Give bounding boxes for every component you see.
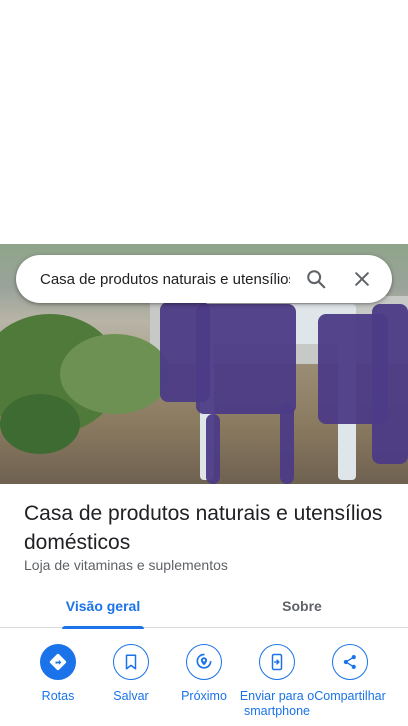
share-label: Compartilhar — [314, 689, 386, 703]
search-icon[interactable] — [296, 259, 336, 299]
tab-active-indicator — [62, 626, 144, 629]
send-to-phone-button[interactable]: Enviar para o smartphone — [239, 644, 315, 719]
directions-label: Rotas — [41, 689, 75, 703]
photo-chair-leg — [280, 404, 294, 484]
search-query[interactable]: Casa de produtos naturais e utensílios d… — [40, 271, 290, 288]
place-category[interactable]: Loja de vitaminas e suplementos — [24, 557, 228, 573]
tab-bar: Visão geral Sobre — [0, 584, 408, 629]
nearby-icon[interactable] — [186, 644, 222, 680]
directions-icon[interactable] — [40, 644, 76, 680]
tab-overview-label: Visão geral — [65, 598, 141, 614]
tab-about[interactable]: Sobre — [272, 584, 332, 628]
blank-map-area — [0, 0, 408, 244]
tab-overview[interactable]: Visão geral — [62, 584, 144, 629]
photo-chair-leg — [206, 414, 220, 484]
photo-chair — [372, 304, 408, 464]
action-bar: Rotas Salvar Próximo Enviar para o smart… — [0, 640, 408, 726]
send-to-phone-icon[interactable] — [259, 644, 295, 680]
photo-bush — [60, 334, 170, 414]
directions-button[interactable]: Rotas — [20, 644, 96, 704]
send-to-phone-label: Enviar para o smartphone — [239, 689, 315, 718]
search-bar[interactable]: Casa de produtos naturais e utensílios d… — [16, 255, 392, 303]
share-button[interactable]: Compartilhar — [312, 644, 388, 704]
photo-bush — [0, 394, 80, 454]
tab-about-label: Sobre — [282, 598, 322, 614]
save-button[interactable]: Salvar — [93, 644, 169, 704]
share-icon[interactable] — [332, 644, 368, 680]
photo-chair — [196, 304, 296, 414]
bookmark-icon[interactable] — [113, 644, 149, 680]
place-title: Casa de produtos naturais e utensílios d… — [24, 502, 383, 554]
nearby-button[interactable]: Próximo — [166, 644, 242, 704]
close-icon[interactable] — [342, 259, 382, 299]
nearby-label: Próximo — [181, 689, 227, 703]
save-label: Salvar — [113, 689, 149, 703]
